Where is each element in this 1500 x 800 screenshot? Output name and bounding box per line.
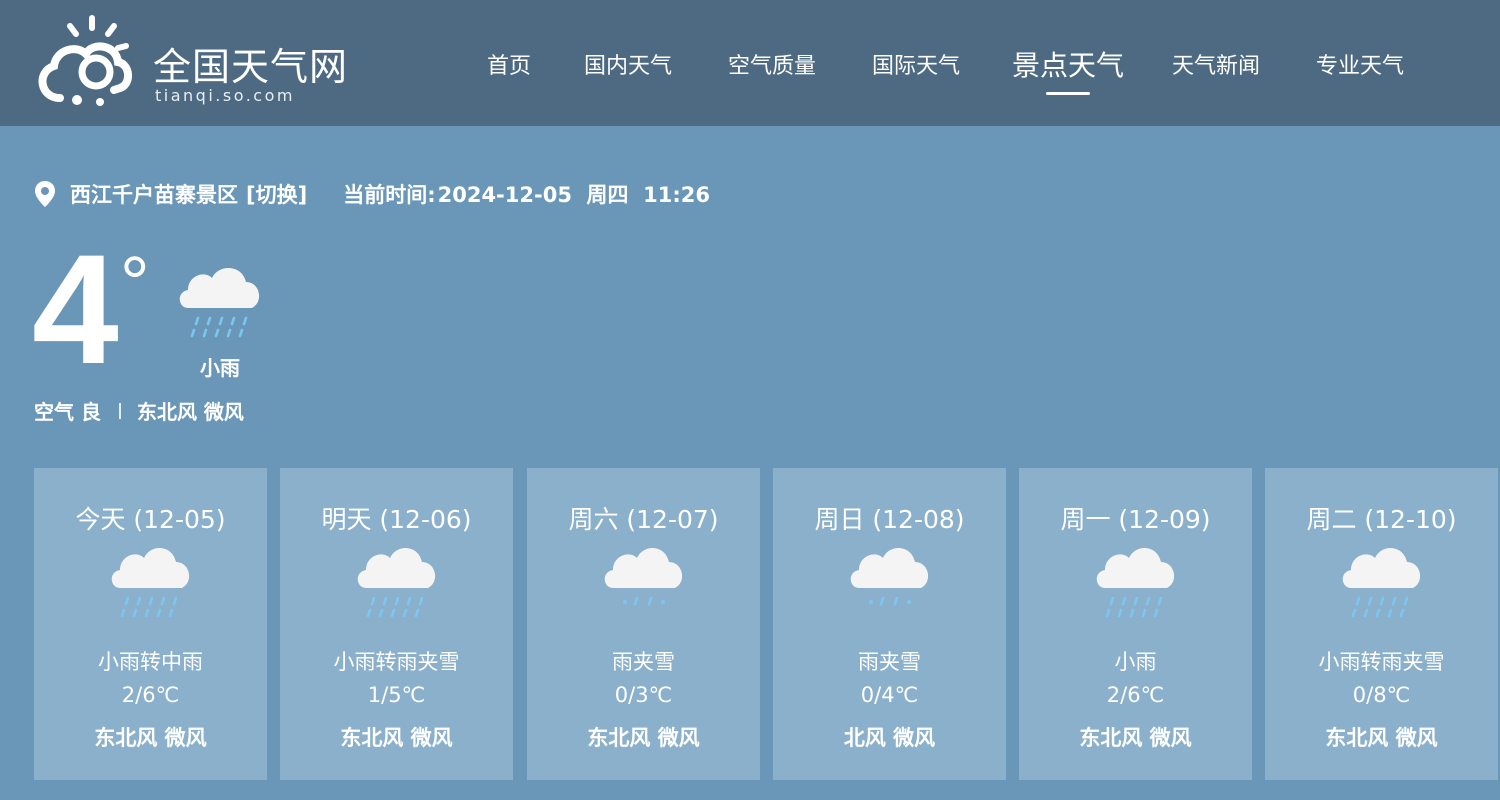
current-details: 空气 良 东北风 微风 (34, 396, 244, 425)
forecast-temperature: 1/5℃ (367, 683, 426, 707)
nav-item-air-quality[interactable]: 空气质量 (728, 48, 816, 80)
divider (118, 402, 121, 419)
nav-item-scenic-weather[interactable]: 景点天气 (1011, 44, 1125, 95)
current-time-value: 2024-12-05 周四 11:26 (437, 183, 711, 207)
rain-icon (1342, 547, 1421, 618)
forecast-condition: 小雨转雨夹雪 (333, 650, 460, 674)
air-quality: 空气 良 (34, 400, 101, 424)
forecast-wind: 东北风 微风 (1325, 726, 1438, 750)
forecast-condition: 雨夹雪 (858, 650, 921, 674)
forecast-wind: 东北风 微风 (587, 726, 700, 750)
site-header: 全国天气网 tianqi.so.com 首页 国内天气 空气质量 国际天气 景点… (0, 0, 1500, 126)
rain-icon (1096, 547, 1175, 618)
location-name: 西江千户苗寨景区 (70, 183, 238, 207)
forecast-card[interactable]: 周日 (12-08) 雨夹雪 0/4℃ 北风 微风 (773, 468, 1006, 780)
forecast-temperature: 0/3℃ (614, 683, 673, 707)
forecast-day: 周二 (12-10) (1306, 505, 1457, 534)
current-temperature: 4 (32, 223, 119, 397)
forecast-day: 明天 (12-06) (321, 505, 472, 534)
switch-location-link[interactable]: [切换] (246, 179, 307, 209)
main-nav: 首页 国内天气 空气质量 国际天气 景点天气 天气新闻 专业天气 (0, 0, 1500, 126)
forecast-day: 今天 (12-05) (75, 505, 226, 534)
forecast-condition: 雨夹雪 (612, 650, 675, 674)
active-nav-underline (1045, 92, 1090, 95)
degree-symbol: ° (120, 241, 150, 324)
nav-item-international-weather[interactable]: 国际天气 (872, 48, 960, 80)
nav-item-professional-weather[interactable]: 专业天气 (1316, 48, 1404, 80)
forecast-temperature: 0/8℃ (1352, 683, 1411, 707)
forecast-temperature: 0/4℃ (860, 683, 919, 707)
current-time-label: 当前时间: (343, 183, 436, 207)
sleet-icon (850, 547, 929, 606)
nav-item-home[interactable]: 首页 (487, 48, 531, 80)
forecast-day: 周六 (12-07) (568, 505, 719, 534)
forecast-wind: 东北风 微风 (340, 726, 453, 750)
forecast-card[interactable]: 周六 (12-07) 雨夹雪 0/3℃ 东北风 微风 (527, 468, 760, 780)
nav-item-label: 景点天气 (1011, 49, 1125, 82)
forecast-condition: 小雨转中雨 (98, 650, 203, 674)
forecast-condition: 小雨转雨夹雪 (1318, 650, 1445, 674)
forecast-day: 周日 (12-08) (814, 505, 965, 534)
forecast-card[interactable]: 周一 (12-09) 小雨 2/6℃ 东北风 微风 (1019, 468, 1252, 780)
nav-item-domestic-weather[interactable]: 国内天气 (584, 48, 672, 80)
location-pin-icon (35, 181, 55, 207)
forecast-card[interactable]: 明天 (12-06) 小雨转雨夹雪 1/5℃ 东北风 微风 (280, 468, 513, 780)
forecast-condition: 小雨 (1114, 650, 1157, 674)
forecast-card[interactable]: 周二 (12-10) 小雨转雨夹雪 0/8℃ 东北风 微风 (1265, 468, 1498, 780)
forecast-card[interactable]: 今天 (12-05) 小雨转中雨 2/6℃ 东北风 微风 (34, 468, 267, 780)
forecast-wind: 东北风 微风 (94, 726, 207, 750)
sleet-icon (604, 547, 683, 606)
forecast-temperature: 2/6℃ (121, 683, 180, 707)
forecast-day: 周一 (12-09) (1060, 505, 1211, 534)
nav-item-weather-news[interactable]: 天气新闻 (1172, 48, 1260, 80)
current-wind: 东北风 微风 (136, 400, 244, 424)
forecast-wind: 北风 微风 (843, 726, 936, 750)
rain-icon (111, 547, 190, 618)
current-condition: 小雨 (200, 356, 240, 380)
light-rain-icon (179, 267, 260, 338)
forecast-wind: 东北风 微风 (1079, 726, 1192, 750)
location-bar: 西江千户苗寨景区 [切换] 当前时间: 2024-12-05 周四 11:26 (34, 178, 710, 210)
rain-icon (357, 547, 436, 618)
forecast-temperature: 2/6℃ (1106, 683, 1165, 707)
